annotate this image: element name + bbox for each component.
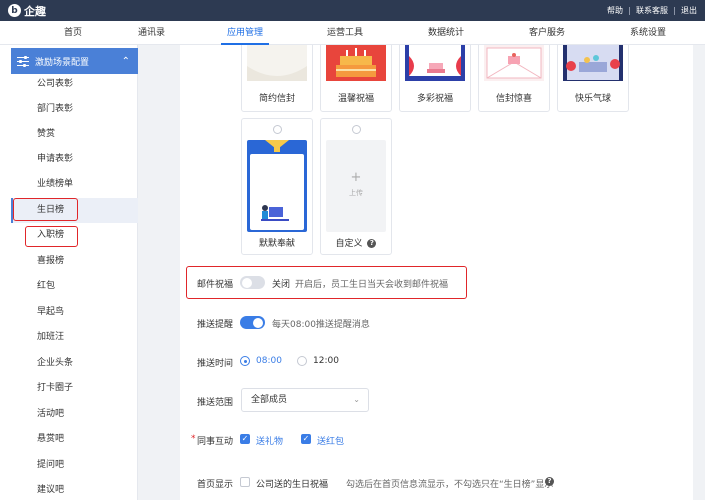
sidebar-item-activities[interactable]: 活动吧 bbox=[11, 402, 138, 427]
sidebar-item-dept-praise[interactable]: 部门表彰 bbox=[11, 97, 138, 122]
template-caption: 默默奉献 bbox=[258, 239, 295, 249]
push-reminder-hint: 每天08:00推送提醒消息 bbox=[272, 320, 370, 330]
template-thumbnail bbox=[247, 45, 307, 81]
homepage-display-checkbox[interactable] bbox=[240, 477, 250, 487]
push-scope-value: 全部成员 bbox=[251, 395, 288, 405]
template-card-colorful-wishes[interactable]: 多彩祝福 bbox=[399, 45, 471, 112]
toggle-knob bbox=[242, 277, 252, 288]
chevron-up-icon: ⌃ bbox=[121, 55, 130, 67]
send-gift-option[interactable]: 送礼物 bbox=[256, 434, 283, 447]
contact-support-link[interactable]: 联系客服 bbox=[636, 5, 668, 16]
highlight-box bbox=[13, 198, 78, 221]
nav-contacts[interactable]: 通讯录 bbox=[138, 21, 165, 45]
top-links: 帮助 联系客服 退出 bbox=[607, 5, 697, 16]
sidebar-item-apply-praise[interactable]: 申请表彰 bbox=[11, 147, 138, 172]
app-logo[interactable]: b 企趣 bbox=[8, 3, 46, 19]
required-mark: * bbox=[191, 434, 196, 444]
sidebar-item-appreciation[interactable]: 赞赏 bbox=[11, 122, 138, 147]
push-time-radio-1200[interactable] bbox=[297, 356, 307, 366]
template-card-custom[interactable]: + 上传 自定义 ? bbox=[320, 118, 392, 255]
template-card-envelope-surprise[interactable]: 信封惊喜 bbox=[478, 45, 550, 112]
homepage-display-label: 首页显示 bbox=[197, 480, 234, 490]
push-scope-select[interactable]: 全部成员 ⌄ bbox=[241, 388, 369, 412]
toggle-knob bbox=[253, 317, 263, 328]
template-card-silent-dedication[interactable]: 默默奉献 bbox=[241, 118, 313, 255]
nav-system-settings[interactable]: 系统设置 bbox=[630, 21, 666, 45]
template-card-simple-envelope[interactable]: 简约信封 bbox=[241, 45, 313, 112]
sidebar-item-company-praise[interactable]: 公司表彰 bbox=[11, 72, 138, 97]
sidebar-item-questions[interactable]: 提问吧 bbox=[11, 453, 138, 478]
email-wishes-state: 关闭 bbox=[272, 280, 291, 290]
template-caption: 自定义 bbox=[335, 239, 363, 249]
template-card-happy-balloon[interactable]: 快乐气球 bbox=[557, 45, 629, 112]
push-time-label: 推送时间 bbox=[197, 359, 234, 369]
send-gift-checkbox[interactable]: ✓ bbox=[240, 434, 250, 444]
main-content: 简约信封 温馨祝福 多彩祝福 信封惊喜 快乐气球 默默奉献 + 上传 自定义 ?… bbox=[139, 45, 705, 500]
sidebar-section-header[interactable]: 激励场景配置 ⌃ bbox=[11, 48, 138, 74]
sidebar-item-suggestions[interactable]: 建议吧 bbox=[11, 478, 138, 500]
help-icon[interactable]: ? bbox=[545, 477, 554, 486]
sidebar-item-performance-board[interactable]: 业绩榜单 bbox=[11, 172, 138, 197]
nav-home[interactable]: 首页 bbox=[64, 21, 82, 45]
email-wishes-label: 邮件祝福 bbox=[197, 280, 234, 290]
settings-panel: 简约信封 温馨祝福 多彩祝福 信封惊喜 快乐气球 默默奉献 + 上传 自定义 ?… bbox=[180, 45, 693, 500]
template-thumbnail bbox=[563, 45, 623, 81]
nav-ops-tools[interactable]: 运营工具 bbox=[327, 21, 363, 45]
template-radio[interactable] bbox=[273, 125, 282, 134]
sidebar-item-red-packet[interactable]: 红包 bbox=[11, 274, 138, 299]
push-scope-label: 推送范围 bbox=[197, 398, 234, 408]
nav-customer-service[interactable]: 客户服务 bbox=[529, 21, 565, 45]
app-name: 企趣 bbox=[24, 4, 46, 18]
send-red-packet-option[interactable]: 送红包 bbox=[317, 434, 344, 447]
upload-label: 上传 bbox=[349, 189, 363, 197]
plus-icon: + bbox=[350, 170, 362, 185]
chevron-down-icon: ⌄ bbox=[353, 395, 360, 404]
sidebar: 激励场景配置 ⌃ 公司表彰 部门表彰 赞赏 申请表彰 业绩榜单 生日榜 入职榜 … bbox=[0, 45, 138, 500]
logo-icon: b bbox=[8, 4, 21, 17]
push-reminder-toggle[interactable] bbox=[240, 316, 265, 329]
template-caption: 简约信封 bbox=[258, 94, 295, 104]
template-thumbnail bbox=[326, 45, 386, 81]
upload-area[interactable]: + 上传 bbox=[326, 140, 386, 232]
sidebar-item-bounty[interactable]: 悬赏吧 bbox=[11, 427, 138, 452]
template-caption-custom: 自定义 ? bbox=[321, 236, 391, 249]
sliders-icon bbox=[17, 56, 29, 67]
template-caption: 信封惊喜 bbox=[495, 94, 532, 104]
logout-link[interactable]: 退出 bbox=[681, 5, 697, 16]
help-link[interactable]: 帮助 bbox=[607, 5, 623, 16]
sidebar-item-checkin-circle[interactable]: 打卡圈子 bbox=[11, 376, 138, 401]
push-time-option-1200[interactable]: 12:00 bbox=[313, 356, 339, 366]
email-wishes-hint: 开启后，员工生日当天会收到邮件祝福 bbox=[295, 280, 449, 290]
main-nav: 首页 通讯录 应用管理 运营工具 数据统计 客户服务 系统设置 bbox=[0, 21, 705, 45]
template-caption: 温馨祝福 bbox=[337, 94, 374, 104]
sidebar-item-early-bird[interactable]: 早起鸟 bbox=[11, 300, 138, 325]
divider bbox=[674, 6, 675, 15]
colleague-interaction-label: 同事互动 bbox=[197, 437, 234, 447]
homepage-display-option[interactable]: 公司送的生日祝福 bbox=[256, 477, 328, 490]
nav-data-stats[interactable]: 数据统计 bbox=[428, 21, 464, 45]
help-icon[interactable]: ? bbox=[367, 239, 377, 248]
sidebar-item-good-news-board[interactable]: 喜报榜 bbox=[11, 249, 138, 274]
sidebar-item-company-headlines[interactable]: 企业头条 bbox=[11, 351, 138, 376]
template-caption: 快乐气球 bbox=[574, 94, 611, 104]
nav-app-management[interactable]: 应用管理 bbox=[220, 21, 270, 45]
send-red-packet-checkbox[interactable]: ✓ bbox=[301, 434, 311, 444]
template-thumbnail bbox=[484, 45, 544, 81]
push-time-option-0800[interactable]: 08:00 bbox=[256, 356, 282, 366]
homepage-display-hint: 勾选后在首页信息流显示，不勾选只在“生日榜”显示 bbox=[346, 480, 554, 490]
push-reminder-label: 推送提醒 bbox=[197, 320, 234, 330]
sidebar-header-label: 激励场景配置 bbox=[35, 57, 90, 68]
template-thumbnail bbox=[247, 140, 307, 232]
sidebar-item-overtime[interactable]: 加班汪 bbox=[11, 325, 138, 350]
template-card-warm-wishes[interactable]: 温馨祝福 bbox=[320, 45, 392, 112]
highlight-box bbox=[25, 226, 78, 247]
template-radio[interactable] bbox=[352, 125, 361, 134]
template-caption: 多彩祝福 bbox=[416, 94, 453, 104]
email-wishes-toggle[interactable] bbox=[240, 276, 265, 289]
divider bbox=[629, 6, 630, 15]
template-thumbnail bbox=[405, 45, 465, 81]
push-time-radio-0800[interactable] bbox=[240, 356, 250, 366]
top-bar: b 企趣 帮助 联系客服 退出 bbox=[0, 0, 705, 21]
